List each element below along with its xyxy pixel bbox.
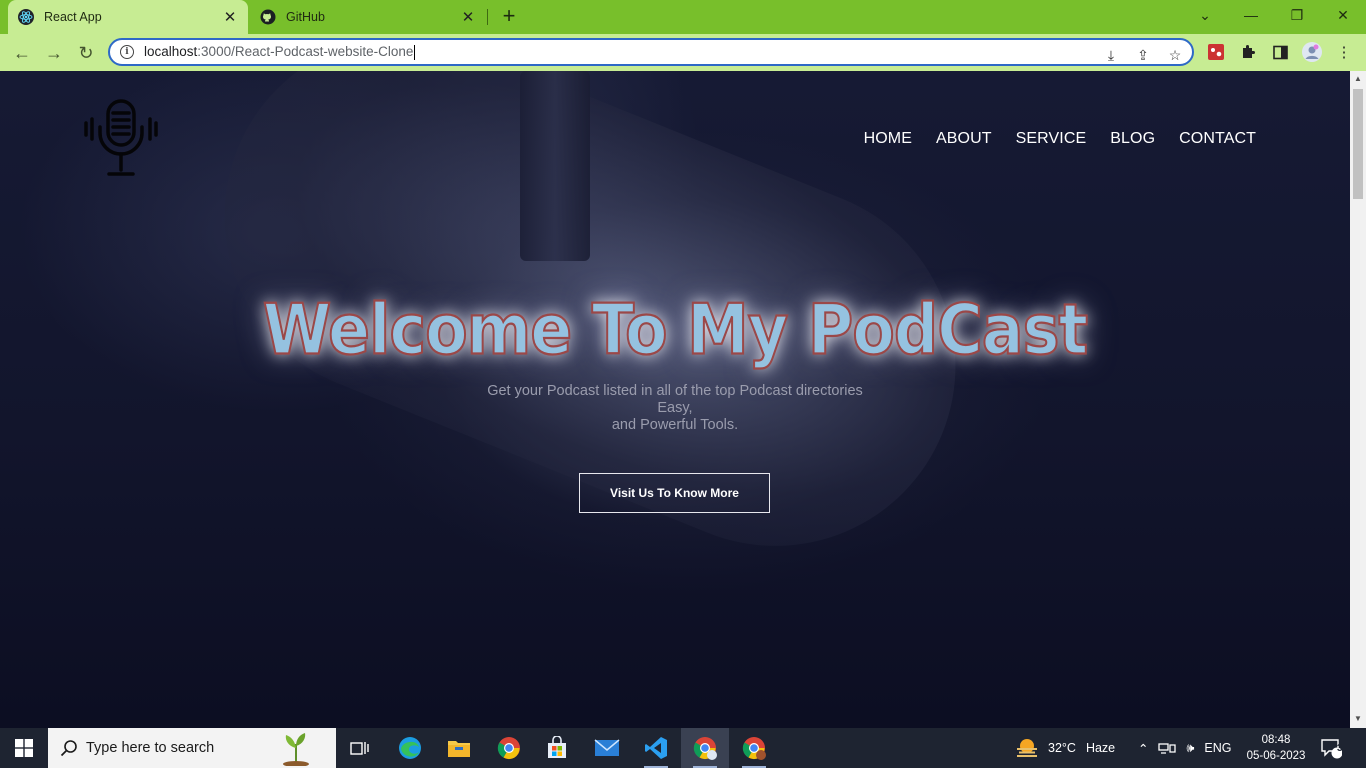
restore-button[interactable]: ❐ (1274, 0, 1320, 30)
mail-app[interactable] (583, 728, 631, 768)
scrollbar-thumb[interactable] (1353, 89, 1363, 199)
close-tab-icon[interactable]: ✕ (222, 9, 238, 26)
folder-icon (448, 741, 470, 757)
install-app-icon[interactable]: ⤓ (1102, 46, 1120, 64)
nav-home[interactable]: HOME (864, 130, 912, 148)
extensions-puzzle-icon[interactable] (1238, 42, 1258, 62)
browser-toolbar: ← → ↻ i localhost:3000/React-Podcast-web… (0, 34, 1366, 71)
close-tab-icon[interactable]: ✕ (460, 9, 476, 26)
extension-icon[interactable] (1206, 42, 1226, 62)
clock-time: 08:48 (1261, 734, 1291, 746)
microsoft-store-icon (548, 736, 566, 758)
tab-react-app[interactable]: React App ✕ (8, 0, 248, 34)
hero-subtitle: Get your Podcast listed in all of the to… (487, 383, 863, 433)
task-view-button[interactable] (336, 728, 384, 768)
address-bar[interactable]: i localhost:3000/React-Podcast-website-C… (108, 38, 1194, 66)
bookmark-star-icon[interactable]: ☆ (1166, 46, 1184, 64)
chrome-menu-icon[interactable]: ⋮ (1334, 42, 1354, 62)
mail-icon (594, 739, 620, 756)
github-icon (260, 9, 276, 25)
taskbar-search[interactable]: Type here to search (48, 728, 336, 768)
chrome-profile-p-icon (742, 737, 766, 760)
minimize-button[interactable]: — (1228, 0, 1274, 30)
side-panel-icon[interactable] (1270, 42, 1290, 62)
weather-temperature: 32°C (1048, 741, 1076, 755)
clock[interactable]: 08:48 05-06-2023 (1244, 732, 1308, 764)
chrome-app[interactable] (485, 728, 533, 768)
nav-about[interactable]: ABOUT (936, 130, 992, 148)
windows-taskbar: Type here to search 32°C Haze ⌃ 🕪 ENG 08… (0, 728, 1366, 768)
back-button[interactable]: ← (9, 40, 35, 66)
close-window-button[interactable]: ✕ (1320, 0, 1366, 30)
search-placeholder: Type here to search (86, 740, 215, 756)
search-highlight-plant-icon (283, 733, 309, 766)
chrome-profile-app[interactable] (730, 728, 778, 768)
reload-button[interactable]: ↻ (73, 40, 99, 66)
react-icon (18, 9, 34, 25)
tab-search-icon[interactable]: ⌄ (1182, 0, 1228, 30)
chrome-profile-icon (693, 737, 717, 760)
scroll-down-arrow[interactable]: ▼ (1354, 714, 1362, 723)
volume-icon[interactable]: 🕪 (1186, 741, 1194, 756)
start-button[interactable] (0, 728, 48, 768)
system-tray: ⌃ 🕪 ENG (1138, 728, 1231, 768)
scroll-up-arrow[interactable]: ▲ (1354, 74, 1362, 83)
network-icon[interactable] (1158, 741, 1177, 755)
tab-separator (487, 9, 488, 25)
visit-us-button[interactable]: Visit Us To Know More (579, 473, 770, 513)
search-icon (60, 740, 77, 757)
podcast-logo-icon[interactable] (82, 97, 162, 179)
page-scrollbar[interactable]: ▲ ▼ (1350, 71, 1366, 728)
edge-app[interactable] (386, 728, 434, 768)
main-nav: HOME ABOUT SERVICE BLOG CONTACT (864, 130, 1256, 148)
nav-contact[interactable]: CONTACT (1179, 130, 1256, 148)
haze-weather-icon (1017, 739, 1037, 757)
hero-background-stand (520, 71, 590, 261)
tab-strip: React App ✕ GitHub ✕ + ⌄ — ❐ ✕ (0, 0, 1366, 34)
vscode-icon (645, 737, 667, 759)
store-app[interactable] (533, 728, 581, 768)
url-text[interactable]: localhost:3000/React-Podcast-website-Clo… (144, 44, 416, 60)
windows-logo-icon (15, 739, 33, 757)
chrome-icon (497, 737, 520, 760)
site-info-icon[interactable]: i (120, 45, 134, 59)
task-view-icon (350, 742, 369, 755)
hero-title: Welcome To My PodCast (262, 287, 1089, 371)
language-indicator[interactable]: ENG (1204, 741, 1231, 755)
tray-overflow-chevron-icon[interactable]: ⌃ (1138, 741, 1148, 756)
new-tab-button[interactable]: + (498, 5, 520, 28)
forward-button[interactable]: → (41, 40, 67, 66)
notification-center-button[interactable]: 3 (1320, 728, 1343, 768)
weather-widget[interactable]: 32°C Haze (1014, 728, 1115, 768)
podcast-page: HOME ABOUT SERVICE BLOG CONTACT Welcome … (0, 71, 1350, 728)
clock-date: 05-06-2023 (1246, 750, 1306, 762)
profile-avatar[interactable] (1302, 42, 1322, 62)
chrome-active-app[interactable] (681, 728, 729, 768)
share-icon[interactable]: ⇪ (1134, 46, 1152, 64)
notification-count: 3 (1337, 743, 1343, 754)
tab-github[interactable]: GitHub ✕ (250, 0, 486, 34)
weather-description: Haze (1085, 741, 1116, 755)
nav-blog[interactable]: BLOG (1110, 130, 1155, 148)
tab-title: GitHub (286, 10, 325, 24)
tab-title: React App (44, 10, 102, 24)
edge-icon (399, 737, 421, 759)
vscode-app[interactable] (632, 728, 680, 768)
file-explorer-app[interactable] (435, 728, 483, 768)
nav-service[interactable]: SERVICE (1016, 130, 1087, 148)
